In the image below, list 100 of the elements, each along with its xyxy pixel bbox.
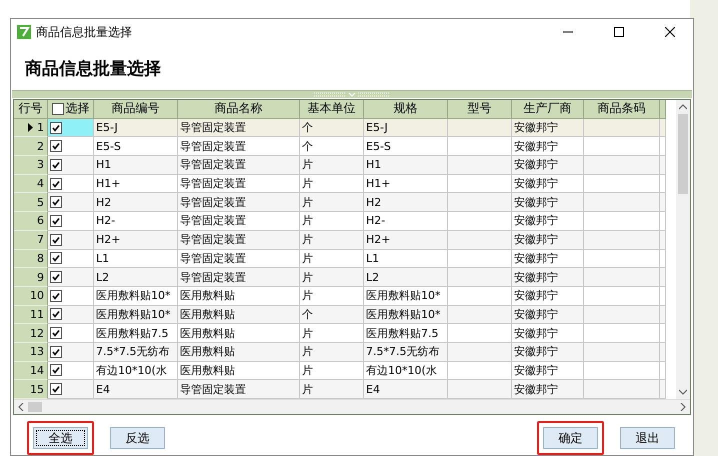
checkbox[interactable]: [50, 158, 62, 171]
column-header[interactable]: 生产厂商: [512, 100, 584, 119]
table-cell: 安徽邦宁: [512, 230, 584, 250]
column-header[interactable]: 选择: [48, 100, 94, 119]
checkbox[interactable]: [50, 271, 62, 284]
scroll-thumb[interactable]: [28, 402, 42, 412]
row-number[interactable]: 11: [14, 306, 48, 324]
table-cell: 导管固定装置: [178, 250, 300, 268]
scroll-down-icon[interactable]: [679, 389, 687, 395]
checkbox[interactable]: [50, 290, 62, 302]
checkbox-cell[interactable]: [48, 286, 94, 306]
checkbox-cell[interactable]: [48, 212, 94, 231]
checkbox-cell[interactable]: [48, 137, 94, 156]
scroll-thumb[interactable]: [678, 114, 688, 194]
checkbox[interactable]: [50, 178, 62, 190]
dialog-button[interactable]: 退出: [620, 427, 675, 449]
horizontal-scrollbar[interactable]: [14, 399, 690, 414]
row-number-text: 5: [37, 196, 44, 209]
table-cell: 安徽邦宁: [512, 250, 584, 268]
checkbox-cell[interactable]: [48, 193, 94, 212]
checkbox[interactable]: [50, 234, 62, 246]
checkbox[interactable]: [50, 364, 62, 376]
checkbox[interactable]: [50, 327, 62, 340]
checkbox[interactable]: [50, 214, 62, 227]
row-number[interactable]: 13: [14, 342, 48, 362]
checkbox-cell[interactable]: [48, 306, 94, 324]
column-header[interactable]: 型号: [448, 100, 512, 119]
table-cell: H2+: [364, 230, 448, 250]
grip-icon: [312, 92, 392, 97]
current-row-icon: [28, 123, 33, 132]
table-cell: 医用敷料贴10*: [364, 286, 448, 306]
checkbox[interactable]: [50, 140, 62, 152]
checkbox[interactable]: [50, 196, 62, 208]
row-number[interactable]: 3: [14, 156, 48, 175]
table-cell: 导管固定装置: [178, 156, 300, 175]
header-label: 选择: [66, 100, 90, 118]
table-cell: H2+: [94, 230, 178, 250]
table-cell: 片: [300, 156, 364, 175]
checkbox-cell[interactable]: [48, 250, 94, 268]
checkbox-cell[interactable]: [48, 174, 94, 194]
table-cell: 个: [300, 137, 364, 156]
table-cell: 安徽邦宁: [512, 174, 584, 194]
table-cell: 医用敷料贴: [178, 286, 300, 306]
table-cell: [448, 362, 512, 380]
check-icon: [52, 198, 60, 206]
dialog-heading: 商品信息批量选择: [24, 58, 162, 81]
column-header[interactable]: 基本单位: [300, 100, 364, 119]
dialog-button[interactable]: 反选: [110, 427, 165, 449]
dialog-button[interactable]: 确定: [543, 427, 598, 449]
checkbox[interactable]: [50, 252, 62, 264]
checkbox[interactable]: [50, 383, 62, 396]
table-cell: 安徽邦宁: [512, 324, 584, 343]
table-cell: 医用敷料贴10*: [364, 306, 448, 324]
checkbox-cell[interactable]: [48, 342, 94, 362]
checkbox[interactable]: [50, 346, 62, 358]
checkbox-cell[interactable]: [48, 156, 94, 175]
row-number[interactable]: 7: [14, 230, 48, 250]
table-cell: [448, 324, 512, 343]
vertical-scrollbar[interactable]: [676, 100, 690, 399]
checkbox[interactable]: [52, 102, 64, 115]
scroll-right-icon[interactable]: [680, 403, 686, 411]
row-number[interactable]: 5: [14, 193, 48, 212]
column-header[interactable]: 商品条码: [584, 100, 660, 119]
column-header[interactable]: 商品编号: [94, 100, 178, 119]
maximize-icon: [614, 27, 624, 37]
row-number[interactable]: 6: [14, 212, 48, 231]
table-cell: 导管固定装置: [178, 268, 300, 287]
table-cell: L2: [364, 268, 448, 287]
checkbox-cell[interactable]: [48, 324, 94, 343]
row-number[interactable]: 14: [14, 362, 48, 380]
column-header[interactable]: 行号: [14, 100, 48, 119]
check-icon: [52, 236, 60, 244]
checkbox[interactable]: [50, 308, 62, 320]
row-number-text: 10: [30, 289, 44, 302]
column-header[interactable]: 商品名称: [178, 100, 300, 119]
column-header[interactable]: 规格: [364, 100, 448, 119]
row-number[interactable]: 12: [14, 324, 48, 343]
row-number[interactable]: 15: [14, 380, 48, 399]
row-number-text: 11: [30, 308, 44, 321]
row-number[interactable]: 9: [14, 268, 48, 287]
table-cell: 片: [300, 193, 364, 212]
scroll-left-icon[interactable]: [18, 403, 24, 411]
table-cell: H1: [94, 156, 178, 175]
checkbox-cell[interactable]: [48, 118, 94, 138]
table-cell: 导管固定装置: [178, 193, 300, 212]
checkbox[interactable]: [50, 122, 62, 134]
dialog-button[interactable]: 全选: [33, 427, 88, 449]
checkbox-cell[interactable]: [48, 268, 94, 287]
row-number[interactable]: 2: [14, 137, 48, 156]
row-number[interactable]: 4: [14, 174, 48, 194]
scroll-up-icon[interactable]: [679, 104, 687, 110]
table-cell: 导管固定装置: [178, 380, 300, 399]
row-number[interactable]: 8: [14, 250, 48, 268]
checkbox-cell[interactable]: [48, 230, 94, 250]
table-cell: [448, 286, 512, 306]
table-cell: H1: [364, 156, 448, 175]
row-number[interactable]: 1: [14, 118, 48, 138]
row-number[interactable]: 10: [14, 286, 48, 306]
checkbox-cell[interactable]: [48, 362, 94, 380]
checkbox-cell[interactable]: [48, 380, 94, 399]
